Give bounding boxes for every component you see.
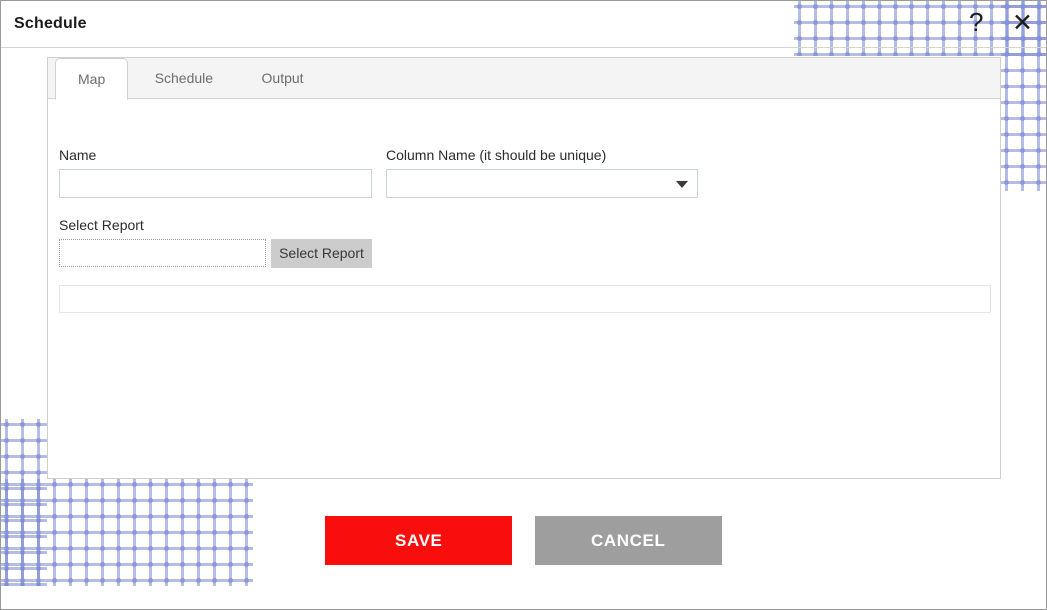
tab-output[interactable]: Output <box>240 58 326 99</box>
tab-strip: Map Schedule Output <box>48 58 1000 100</box>
dialog-footer: SAVE CANCEL <box>1 516 1046 568</box>
chevron-down-icon <box>676 181 688 188</box>
map-tab-content: Name Column Name (it should be unique) S… <box>48 99 1000 479</box>
tab-schedule[interactable]: Schedule <box>133 58 235 99</box>
select-report-button[interactable]: Select Report <box>271 239 372 268</box>
name-input[interactable] <box>59 169 372 198</box>
report-path-input[interactable] <box>59 285 991 313</box>
tab-panel: Map Schedule Output Name Column Name (it… <box>47 57 1001 479</box>
title-bar: Schedule ? ✕ <box>1 1 1046 48</box>
select-report-label: Select Report <box>59 217 144 233</box>
help-icon[interactable]: ? <box>969 9 983 35</box>
column-name-dropdown[interactable] <box>386 169 698 198</box>
cancel-button[interactable]: CANCEL <box>534 516 722 565</box>
column-name-label: Column Name (it should be unique) <box>386 147 607 163</box>
save-button[interactable]: SAVE <box>325 516 513 565</box>
page-title: Schedule <box>14 15 87 32</box>
name-label: Name <box>59 147 97 163</box>
close-icon[interactable]: ✕ <box>1012 11 1033 36</box>
schedule-dialog-window: Schedule ? ✕ Map Schedule Output Name Co… <box>0 0 1047 610</box>
tab-map[interactable]: Map <box>55 58 129 100</box>
select-report-input[interactable] <box>59 239 266 267</box>
